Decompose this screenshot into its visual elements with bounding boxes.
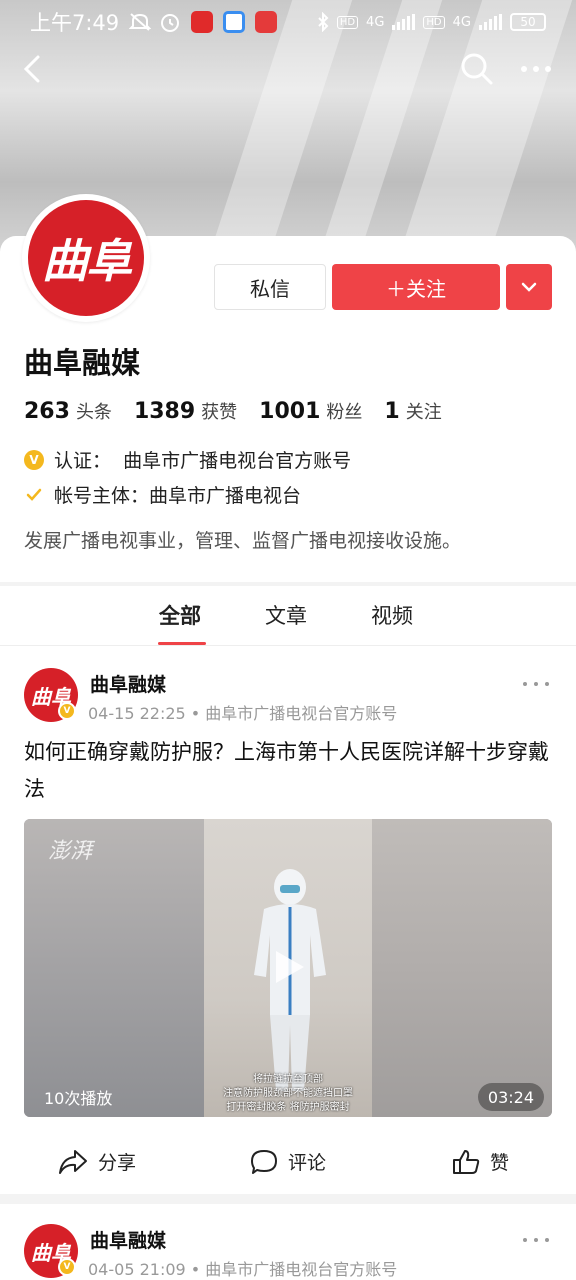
- post-author-name[interactable]: 曲阜融媒: [90, 1226, 166, 1253]
- section-divider: [0, 1194, 576, 1204]
- mute-icon: [129, 13, 152, 31]
- post-meta: 04-05 21:09 • 曲阜市广播电视台官方账号: [88, 1260, 398, 1279]
- video-player[interactable]: 澎湃 将拉链拉至顶部 注意防护服颈部不能遮挡口罩 打开密封胶条 将防护服密封 1…: [24, 819, 552, 1117]
- signal-icon: [479, 14, 502, 30]
- like-button[interactable]: 赞: [452, 1148, 509, 1175]
- profile-avatar[interactable]: 曲阜: [22, 194, 150, 322]
- like-icon: [453, 1149, 480, 1174]
- stat-label: 关注: [405, 402, 442, 423]
- signal-icon: [392, 14, 416, 30]
- like-label: 赞: [490, 1152, 510, 1174]
- hd-badge: HD: [423, 15, 445, 29]
- back-icon[interactable]: [18, 54, 48, 84]
- active-tab-indicator: [158, 642, 206, 645]
- battery-icon: 50: [510, 13, 546, 31]
- comment-label: 评论: [288, 1152, 327, 1174]
- app-notification-icon: [223, 11, 246, 33]
- account-owner-text: 帐号主体：曲阜市广播电视台: [54, 485, 302, 507]
- more-icon[interactable]: [522, 680, 550, 688]
- tab-all[interactable]: 全部: [159, 600, 201, 630]
- video-frame-right: [372, 819, 552, 1117]
- message-button[interactable]: 私信: [214, 264, 326, 310]
- stat-label: 头条: [75, 402, 112, 423]
- share-icon: [59, 1149, 87, 1174]
- profile-bio: 发展广播电视事业，管理、监督广播电视接收设施。: [24, 530, 462, 552]
- stat-following[interactable]: 1 关注: [384, 398, 441, 424]
- stat-fans[interactable]: 1001 粉丝: [259, 398, 362, 424]
- avatar-logo: 曲阜: [28, 200, 144, 316]
- stat-number: 1: [384, 399, 400, 424]
- stat-likes: 1389 获赞: [134, 398, 237, 424]
- status-right: HD 4G HD 4G 50: [317, 12, 546, 32]
- status-time: 上午7:49: [30, 11, 120, 35]
- stat-label: 粉丝: [326, 402, 363, 423]
- search-icon[interactable]: [460, 52, 494, 86]
- share-label: 分享: [98, 1152, 137, 1174]
- check-icon: [26, 488, 42, 501]
- verified-icon: V: [58, 1258, 76, 1276]
- post-author-name[interactable]: 曲阜融媒: [90, 670, 166, 697]
- video-duration: 03:24: [477, 1083, 544, 1111]
- video-watermark: 澎湃: [48, 839, 93, 864]
- stat-number: 1389: [133, 399, 196, 424]
- bluetooth-icon: [318, 12, 329, 32]
- stat-number: 1001: [259, 399, 321, 424]
- account-owner-row: 帐号主体：曲阜市广播电视台: [24, 481, 301, 508]
- alarm-icon: [161, 14, 180, 32]
- video-subtitle: 将拉链拉至顶部 注意防护服颈部不能遮挡口罩 打开密封胶条 将防护服密封: [204, 1073, 372, 1115]
- chevron-down-icon: [521, 282, 537, 292]
- profile-name: 曲阜融媒: [24, 346, 141, 380]
- post-meta: 04-15 22:25 • 曲阜市广播电视台官方账号: [88, 704, 398, 723]
- follow-button[interactable]: ＋关注: [332, 264, 500, 310]
- network-type: 4G: [366, 14, 385, 30]
- post-actions: 分享 评论 赞: [0, 1136, 576, 1186]
- subtitle-line: 打开密封胶条 将防护服密封: [226, 1102, 350, 1113]
- hd-badge: HD: [336, 15, 359, 29]
- comment-icon: [251, 1149, 277, 1174]
- content-tabs: 全部 文章 视频: [0, 586, 576, 646]
- recommend-dropdown-button[interactable]: [506, 264, 552, 310]
- status-bar: 上午7:49 HD 4G HD 4G 50: [0, 0, 576, 44]
- top-nav: [0, 48, 576, 92]
- video-play-count: 10次播放: [44, 1089, 113, 1108]
- verification-row: V 认证： 曲阜市广播电视台官方账号: [24, 446, 351, 473]
- subtitle-line: 注意防护服颈部不能遮挡口罩: [223, 1088, 353, 1099]
- verified-icon: V: [58, 702, 76, 720]
- verification-text: 认证： 曲阜市广播电视台官方账号: [54, 450, 352, 472]
- app-notification-icon: [255, 11, 278, 33]
- stat-articles[interactable]: 263 头条: [24, 398, 112, 424]
- app-notification-icon: [191, 11, 214, 33]
- battery-level: 50: [520, 15, 536, 29]
- play-icon[interactable]: [268, 947, 308, 987]
- tab-articles[interactable]: 文章: [265, 600, 307, 630]
- verified-icon: V: [24, 449, 44, 470]
- comment-button[interactable]: 评论: [250, 1148, 326, 1175]
- profile-stats: 263 头条 1389 获赞 1001 粉丝 1 关注: [24, 398, 464, 424]
- share-button[interactable]: 分享: [58, 1148, 136, 1175]
- subtitle-line: 将拉链拉至顶部: [253, 1074, 323, 1085]
- post-title[interactable]: 如何正确穿戴防护服？上海市第十人民医院详解十步穿戴法: [24, 734, 552, 808]
- more-icon[interactable]: [522, 1236, 550, 1244]
- network-type: 4G: [452, 14, 471, 30]
- tab-videos[interactable]: 视频: [371, 600, 413, 630]
- stat-label: 获赞: [201, 402, 238, 423]
- more-icon[interactable]: [520, 64, 552, 74]
- stat-number: 263: [24, 399, 70, 424]
